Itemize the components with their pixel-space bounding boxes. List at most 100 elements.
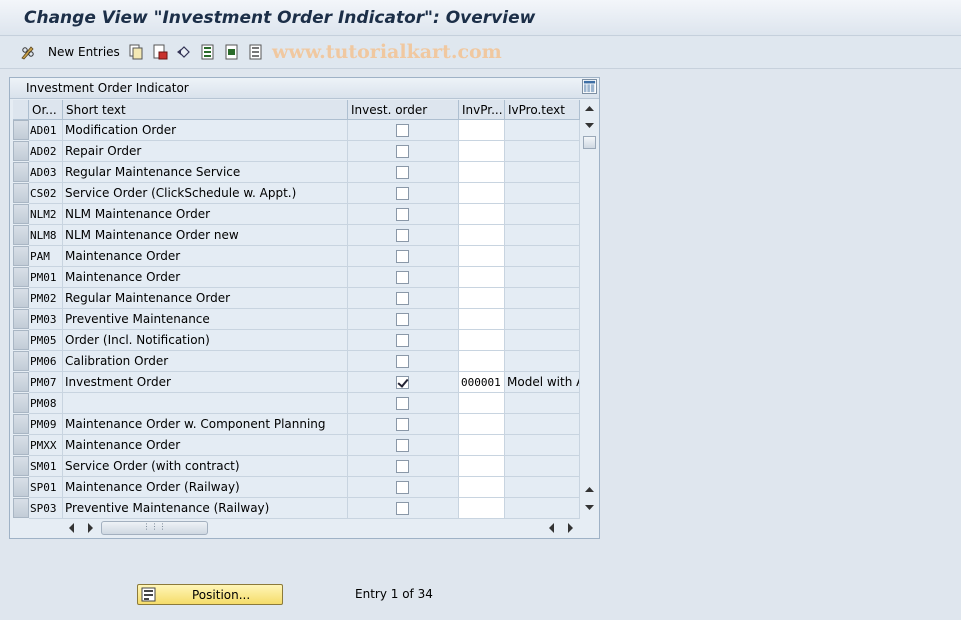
page-up-icon[interactable] — [583, 483, 596, 497]
row-selector[interactable] — [13, 288, 29, 308]
inv-profile-input[interactable] — [459, 351, 505, 372]
invest-order-checkbox[interactable] — [396, 271, 409, 284]
short-text-cell: Modification Order — [63, 120, 348, 141]
inv-profile-input[interactable] — [459, 414, 505, 435]
invest-order-checkbox[interactable] — [396, 502, 409, 515]
page-down-icon[interactable] — [583, 118, 596, 132]
inv-profile-input[interactable] — [459, 225, 505, 246]
inv-profile-input[interactable] — [459, 183, 505, 204]
row-selector[interactable] — [13, 498, 29, 518]
invest-order-cell — [348, 267, 459, 288]
new-entries-button[interactable]: New Entries — [48, 45, 120, 59]
column-header-short-text[interactable]: Short text — [63, 100, 348, 120]
invest-order-checkbox[interactable] — [396, 418, 409, 431]
invest-order-checkbox[interactable] — [396, 313, 409, 326]
table-row: SP03 Preventive Maintenance (Railway) — [10, 498, 580, 519]
row-selector[interactable] — [13, 141, 29, 161]
column-header-inv-profile-text[interactable]: IvPro.text — [505, 100, 580, 120]
invest-order-checkbox[interactable] — [396, 355, 409, 368]
invest-order-checkbox[interactable] — [396, 250, 409, 263]
invest-order-cell — [348, 246, 459, 267]
scroll-up-icon[interactable] — [583, 102, 596, 116]
invest-order-checkbox[interactable] — [396, 397, 409, 410]
invest-order-checkbox[interactable] — [396, 124, 409, 137]
scroll-left-icon[interactable] — [66, 521, 78, 535]
scroll-thumb[interactable] — [583, 136, 596, 149]
row-selector[interactable] — [13, 456, 29, 476]
invest-order-cell — [348, 120, 459, 141]
invest-order-checkbox[interactable] — [396, 376, 409, 389]
inv-profile-input[interactable] — [459, 477, 505, 498]
invest-order-checkbox[interactable] — [396, 187, 409, 200]
row-selector[interactable] — [13, 435, 29, 455]
undo-icon[interactable] — [176, 44, 192, 60]
row-selector[interactable] — [13, 225, 29, 245]
invest-order-cell — [348, 435, 459, 456]
inv-profile-input[interactable] — [459, 246, 505, 267]
scroll-right-icon[interactable] — [84, 521, 96, 535]
table-row: PM06 Calibration Order — [10, 351, 580, 372]
inv-profile-text-cell — [505, 456, 580, 477]
inv-profile-input[interactable] — [459, 456, 505, 477]
row-selector[interactable] — [13, 372, 29, 392]
horizontal-scrollbar[interactable]: ⋮⋮⋮ — [10, 518, 599, 538]
select-all-rows-header[interactable] — [13, 100, 29, 120]
row-selector[interactable] — [13, 120, 29, 140]
delete-icon[interactable] — [152, 44, 168, 60]
inv-profile-input[interactable] — [459, 141, 505, 162]
invest-order-checkbox[interactable] — [396, 208, 409, 221]
row-selector[interactable] — [13, 204, 29, 224]
table-row: CS02 Service Order (ClickSchedule w. Appt… — [10, 183, 580, 204]
page-title: Change View "Investment Order Indicator"… — [24, 8, 536, 28]
scroll-down-icon[interactable] — [583, 500, 596, 514]
inv-profile-input[interactable] — [459, 288, 505, 309]
row-selector[interactable] — [13, 162, 29, 182]
row-selector[interactable] — [13, 330, 29, 350]
row-selector[interactable] — [13, 351, 29, 371]
inv-profile-input[interactable] — [459, 120, 505, 141]
inv-profile-input[interactable] — [459, 267, 505, 288]
order-type-cell: PM03 — [29, 309, 63, 330]
invest-order-checkbox[interactable] — [396, 460, 409, 473]
copy-icon[interactable] — [128, 44, 144, 60]
row-selector[interactable] — [13, 267, 29, 287]
inv-profile-input[interactable] — [459, 162, 505, 183]
deselect-all-icon[interactable] — [248, 44, 264, 60]
select-block-icon[interactable] — [224, 44, 240, 60]
column-header-order-type[interactable]: Or... — [29, 100, 63, 120]
column-header-inv-profile[interactable]: InvPr... — [459, 100, 505, 120]
row-selector[interactable] — [13, 309, 29, 329]
inv-profile-input[interactable] — [459, 393, 505, 414]
invest-order-checkbox[interactable] — [396, 145, 409, 158]
scroll-left-icon[interactable] — [546, 521, 558, 535]
short-text-cell: NLM Maintenance Order new — [63, 225, 348, 246]
vertical-scrollbar[interactable] — [580, 79, 599, 518]
inv-profile-input[interactable] — [459, 204, 505, 225]
table-row: AD02 Repair Order — [10, 141, 580, 162]
pen-glasses-icon[interactable] — [20, 44, 36, 60]
row-selector[interactable] — [13, 246, 29, 266]
table-settings-icon[interactable] — [582, 79, 597, 94]
invest-order-checkbox[interactable] — [396, 334, 409, 347]
scroll-right-icon[interactable] — [564, 521, 576, 535]
row-selector[interactable] — [13, 183, 29, 203]
inv-profile-input[interactable] — [459, 435, 505, 456]
invest-order-checkbox[interactable] — [396, 439, 409, 452]
inv-profile-input[interactable] — [459, 498, 505, 519]
invest-order-checkbox[interactable] — [396, 292, 409, 305]
inv-profile-input[interactable]: 000001 — [459, 372, 505, 393]
invest-order-checkbox[interactable] — [396, 229, 409, 242]
short-text-cell: Service Order (with contract) — [63, 456, 348, 477]
column-header-invest-order[interactable]: Invest. order — [348, 100, 459, 120]
inv-profile-input[interactable] — [459, 309, 505, 330]
row-selector[interactable] — [13, 393, 29, 413]
invest-order-cell — [348, 477, 459, 498]
horizontal-scroll-thumb[interactable]: ⋮⋮⋮ — [101, 521, 208, 535]
row-selector[interactable] — [13, 414, 29, 434]
select-all-icon[interactable] — [200, 44, 216, 60]
inv-profile-input[interactable] — [459, 330, 505, 351]
invest-order-checkbox[interactable] — [396, 166, 409, 179]
row-selector[interactable] — [13, 477, 29, 497]
invest-order-checkbox[interactable] — [396, 481, 409, 494]
position-button[interactable]: Position... — [137, 584, 283, 605]
